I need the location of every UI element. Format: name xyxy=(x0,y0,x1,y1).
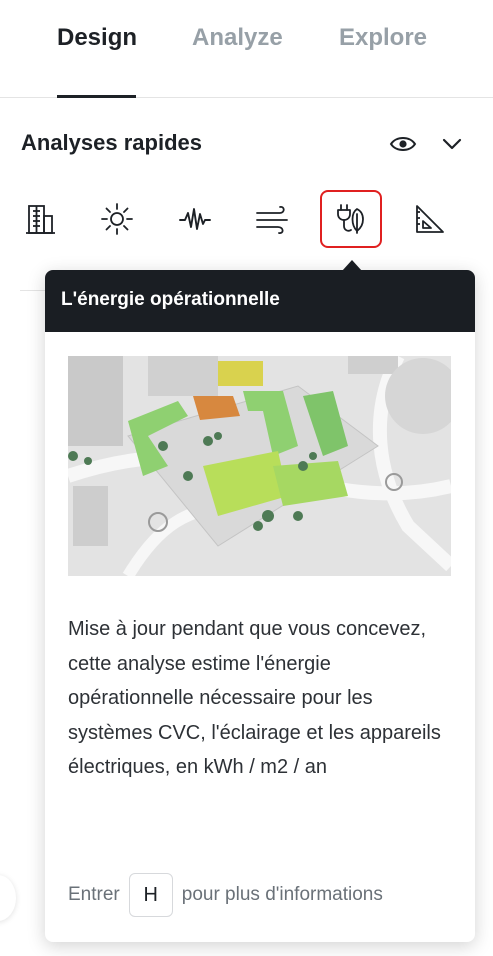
chevron-down-icon[interactable] xyxy=(438,129,466,159)
tab-design[interactable]: Design xyxy=(57,24,137,52)
tooltip-footer: Entrer H pour plus d'informations xyxy=(68,873,458,917)
shortcut-key-badge: H xyxy=(128,873,173,917)
analysis-panel: Design Analyze Explore Analyses rapides xyxy=(0,0,493,956)
building-analysis-button[interactable] xyxy=(9,190,71,248)
acoustic-analysis-button[interactable] xyxy=(164,190,226,248)
active-tab-indicator xyxy=(57,95,136,98)
set-square-icon xyxy=(416,205,444,233)
tooltip-title: L'énergie opérationnelle xyxy=(61,289,280,310)
wind-analysis-button[interactable] xyxy=(242,190,304,248)
operational-energy-button[interactable] xyxy=(320,190,382,248)
tab-bar: Design Analyze Explore xyxy=(0,0,493,98)
edge-handle[interactable] xyxy=(0,875,16,921)
eye-icon[interactable] xyxy=(388,129,418,159)
sun-analysis-button[interactable] xyxy=(86,190,148,248)
measure-analysis-button[interactable] xyxy=(399,190,461,248)
footer-suffix: pour plus d'informations xyxy=(181,884,383,905)
sun-icon xyxy=(101,203,133,235)
site-model-image xyxy=(65,352,461,580)
section-title: Analyses rapides xyxy=(21,130,202,155)
tooltip-description: Mise à jour pendant que vous concevez, c… xyxy=(68,618,441,778)
wind-icon xyxy=(256,206,288,234)
plug-leaf-icon xyxy=(337,204,364,234)
operational-energy-tooltip: L'énergie opérationnelle Mise à jour pen… xyxy=(45,270,475,942)
footer-prefix: Entrer xyxy=(68,884,120,905)
tab-explore[interactable]: Explore xyxy=(339,24,427,52)
tab-analyze[interactable]: Analyze xyxy=(192,24,283,52)
tooltip-header: L'énergie opérationnelle xyxy=(45,270,475,332)
sound-wave-icon xyxy=(179,208,211,230)
building-icon xyxy=(26,205,55,234)
